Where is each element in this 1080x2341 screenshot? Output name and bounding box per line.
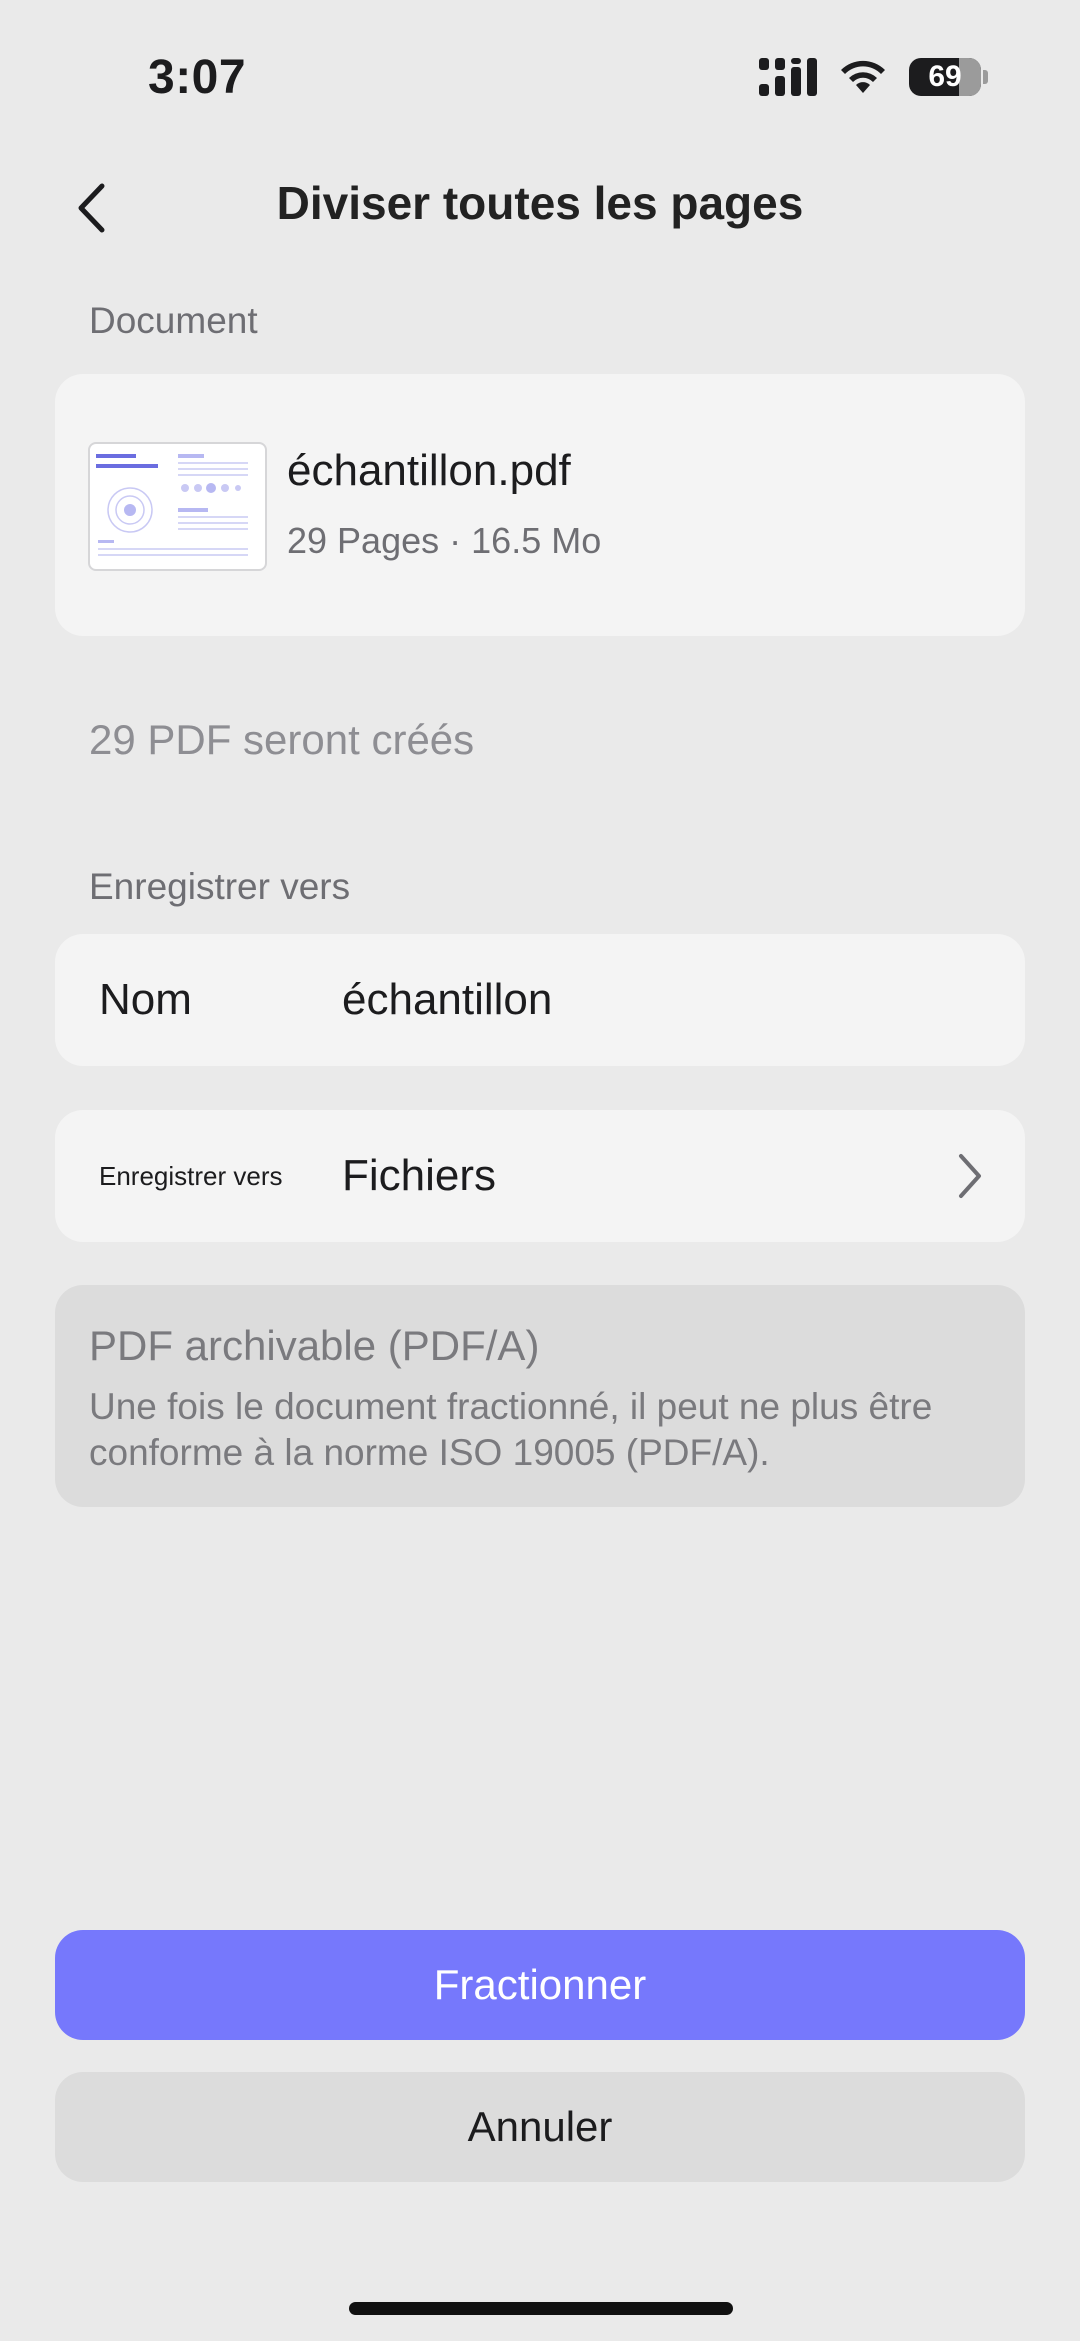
document-section-label: Document (89, 300, 258, 341)
name-input[interactable]: échantillon (342, 975, 552, 1025)
file-name: échantillon.pdf (287, 446, 571, 495)
cellular-signal-icon (759, 58, 817, 96)
save-location-value: Fichiers (342, 1151, 497, 1200)
pdfa-notice-description: Une fois le document fractionné, il peut… (89, 1386, 933, 1473)
cancel-button[interactable]: Annuler (55, 2072, 1025, 2182)
status-icons: 69 (759, 58, 988, 96)
page-title: Diviser toutes les pages (276, 177, 804, 229)
chevron-right-icon (959, 1154, 981, 1198)
page-count: 29 Pages (287, 520, 440, 561)
name-row[interactable]: Nom échantillon (55, 934, 1025, 1066)
save-location-label: Enregistrer vers (99, 1160, 283, 1191)
pdfa-notice-title: PDF archivable (PDF/A) (89, 1322, 540, 1369)
document-thumbnail (88, 442, 267, 571)
save-location-row[interactable]: Enregistrer vers Fichiers (55, 1110, 1025, 1242)
split-button[interactable]: Fractionner (55, 1930, 1025, 2040)
wifi-icon (841, 60, 885, 93)
home-indicator[interactable] (349, 2302, 733, 2315)
battery-tip (983, 70, 988, 84)
status-time: 3:07 (148, 51, 247, 104)
battery-level: 69 (928, 60, 962, 93)
name-label: Nom (99, 975, 192, 1024)
result-note: 29 PDF seront créés (89, 716, 475, 763)
meta-separator: · (449, 520, 462, 561)
battery-icon: 69 (909, 58, 981, 96)
file-size: 16.5 Mo (471, 520, 602, 561)
file-meta: 29 Pages · 16.5 Mo (287, 520, 601, 562)
save-section-label: Enregistrer vers (89, 866, 351, 907)
